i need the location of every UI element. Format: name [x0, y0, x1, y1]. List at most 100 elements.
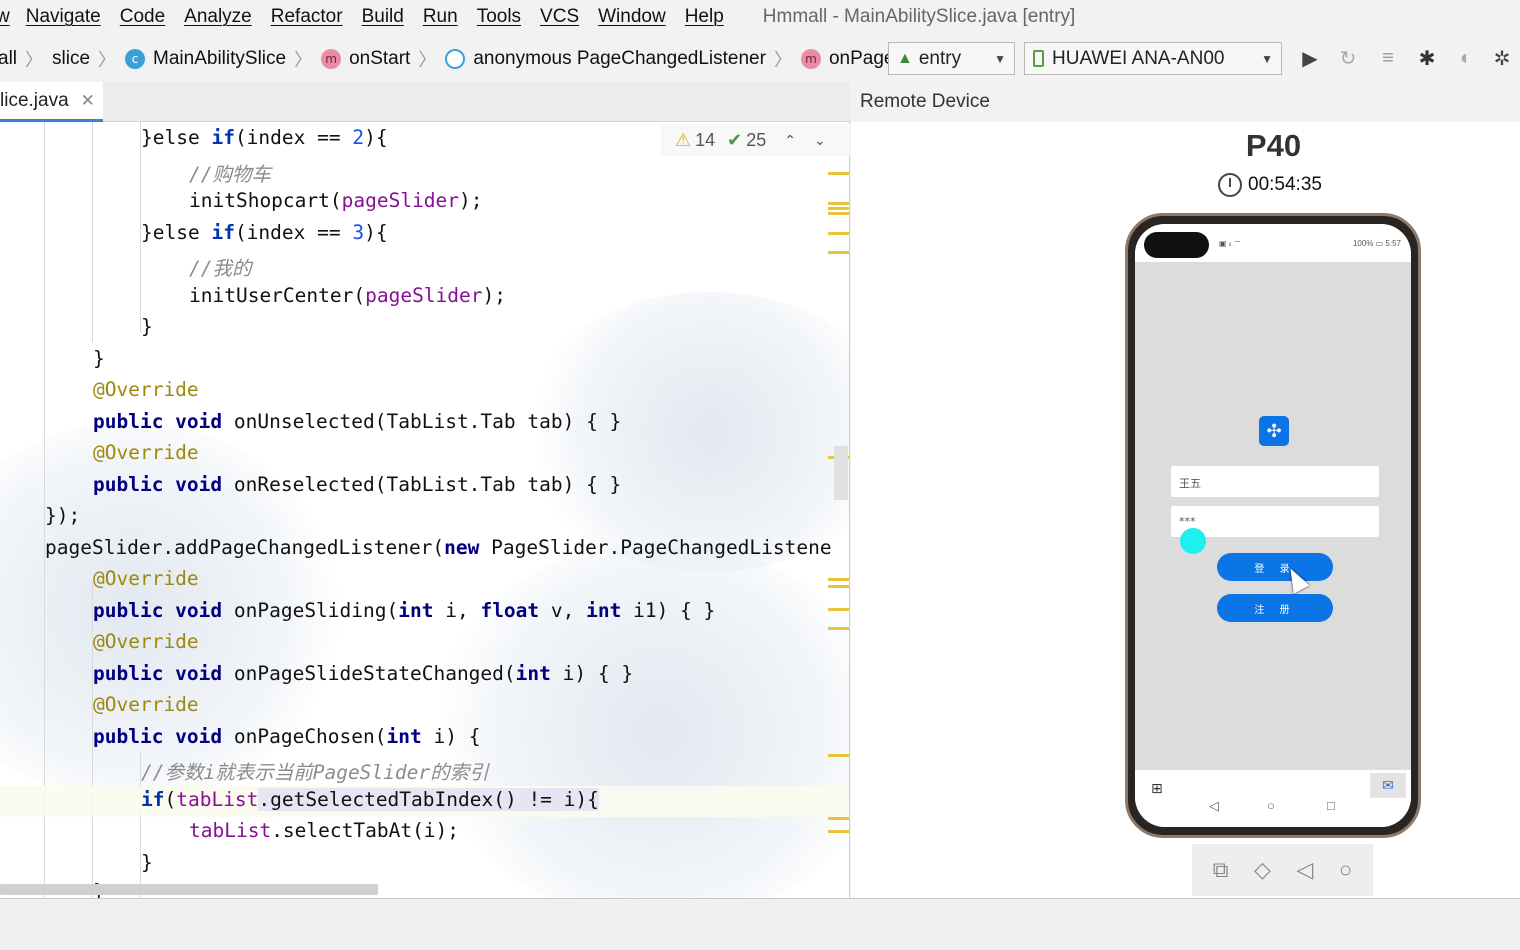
- screenshot-icon[interactable]: ⧉: [1213, 857, 1229, 883]
- menu-refactor[interactable]: Refactor: [271, 6, 343, 28]
- menu-code[interactable]: Code: [120, 6, 165, 28]
- menu-window[interactable]: Window: [598, 6, 666, 28]
- code-line: pageSlider.addPageChangedListener(new Pa…: [45, 536, 832, 559]
- code-line: }: [93, 347, 105, 370]
- back-icon[interactable]: ◁: [1296, 857, 1313, 883]
- menu-build[interactable]: Build: [362, 6, 404, 28]
- code-comment: //购物车: [189, 163, 271, 186]
- method-icon: m: [800, 49, 821, 69]
- build-icon[interactable]: ≡: [1376, 46, 1400, 70]
- phone-status-bar: ▣ ᵢₗ ⌔ 100% ▭ 5:57: [1135, 224, 1411, 262]
- menu-bar: w Navigate Code Analyze Refactor Build R…: [0, 0, 1520, 34]
- warning-marker[interactable]: [828, 232, 849, 235]
- chevron-down-icon: ▼: [994, 51, 1006, 66]
- recent-apps-icon[interactable]: □: [1327, 798, 1335, 813]
- phone-screen[interactable]: ▣ ᵢₗ ⌔ 100% ▭ 5:57 ✣ 王五 *** 登 录 注 册 ⊞ ✉ …: [1135, 224, 1411, 827]
- remote-device-panel: Remote Device P40 00:54:35 ▣ ᵢₗ ⌔ 100% ▭…: [851, 82, 1520, 898]
- chevron-down-icon[interactable]: ⌄: [814, 132, 826, 149]
- breadcrumb-item-anonymous[interactable]: anonymous PageChangedListener 〉: [445, 46, 801, 72]
- code-line: initShopcart(pageSlider);: [189, 189, 483, 212]
- run-config-select[interactable]: ▲ entry ▼: [888, 42, 1015, 75]
- grid-icon[interactable]: ⊞: [1151, 780, 1163, 797]
- menu-run[interactable]: Run: [423, 6, 458, 28]
- warning-marker[interactable]: [828, 608, 849, 611]
- menu-view[interactable]: w: [0, 6, 10, 28]
- window-title: Hmmall - MainAbilitySlice.java [entry]: [762, 6, 1076, 27]
- code-line: public void onPageSliding(int i, float v…: [93, 599, 716, 622]
- warning-marker[interactable]: [828, 251, 849, 254]
- code-line: public void onReselected(TabList.Tab tab…: [93, 473, 622, 496]
- back-icon[interactable]: ◁: [1209, 798, 1219, 814]
- timer-value: 00:54:35: [1248, 174, 1322, 195]
- rerun-icon[interactable]: ↻: [1336, 46, 1360, 70]
- login-button[interactable]: 登 录: [1217, 553, 1333, 581]
- warning-marker[interactable]: [828, 207, 849, 210]
- breadcrumb-item-class[interactable]: c MainAbilitySlice 〉: [125, 46, 321, 72]
- code-line: }else if(index == 2){: [141, 126, 388, 149]
- warning-marker[interactable]: [828, 578, 849, 581]
- camera-cutout: [1144, 232, 1209, 258]
- warning-icon: ⚠: [675, 129, 692, 150]
- chevron-right-icon: 〉: [25, 50, 44, 70]
- breadcrumb-label: slice: [52, 48, 91, 69]
- code-line: }: [141, 315, 153, 338]
- breadcrumb-label: onStart: [349, 48, 411, 69]
- breadcrumb-item-method[interactable]: m onStart 〉: [321, 46, 445, 72]
- warning-marker[interactable]: [828, 585, 849, 588]
- code-editor[interactable]: }else if(index == 2){ //购物车 initShopcart…: [0, 122, 850, 898]
- username-field[interactable]: 王五: [1171, 466, 1379, 497]
- code-line: });: [45, 504, 81, 527]
- status-strip: [0, 898, 1520, 950]
- code-line: public void onPageSlideStateChanged(int …: [93, 662, 634, 685]
- home-icon[interactable]: ○: [1339, 857, 1352, 883]
- profile-icon[interactable]: ◐: [1454, 46, 1478, 70]
- chevron-up-icon[interactable]: ⌃: [784, 132, 796, 149]
- warning-marker[interactable]: [828, 830, 849, 833]
- attach-debugger-icon[interactable]: ✲: [1490, 46, 1514, 70]
- warning-marker[interactable]: [828, 754, 849, 757]
- code-line: public void onPageChosen(int i) {: [93, 725, 481, 748]
- code-line: }else if(index == 3){: [141, 221, 388, 244]
- tab-mainabilityslice[interactable]: lice.java ✕: [0, 82, 103, 122]
- breadcrumb: all 〉 slice 〉 c MainAbilitySlice 〉 m onStar…: [0, 38, 1520, 80]
- phone-frame: ▣ ᵢₗ ⌔ 100% ▭ 5:57 ✣ 王五 *** 登 录 注 册 ⊞ ✉ …: [1125, 213, 1421, 838]
- menu-navigate[interactable]: Navigate: [26, 6, 101, 28]
- session-timer: 00:54:35: [1218, 173, 1322, 197]
- device-select[interactable]: HUAWEI ANA-AN00 ▼: [1024, 42, 1282, 75]
- menu-vcs[interactable]: VCS: [540, 6, 579, 28]
- timer-icon: [1218, 173, 1242, 197]
- run-icon[interactable]: ▶: [1298, 46, 1322, 70]
- warning-marker[interactable]: [828, 172, 849, 175]
- vertical-scrollbar[interactable]: [834, 446, 848, 500]
- warning-marker[interactable]: [828, 212, 849, 215]
- warning-marker[interactable]: [828, 202, 849, 205]
- warning-count: 14: [695, 129, 716, 150]
- code-annotation: @Override: [93, 441, 199, 464]
- indent-guide: [92, 122, 93, 342]
- remote-device-header: Remote Device: [851, 82, 1520, 122]
- chevron-right-icon: 〉: [773, 50, 792, 70]
- breadcrumb-item-slice[interactable]: slice 〉: [52, 46, 125, 72]
- mail-icon[interactable]: ✉: [1370, 773, 1406, 798]
- background-cloud: [430, 542, 849, 898]
- inspection-widget[interactable]: ⚠ 14 ✔ 25 ⌃ ⌄: [661, 124, 850, 156]
- menu-help[interactable]: Help: [685, 6, 724, 28]
- run-config-label: entry: [918, 47, 962, 69]
- signal-icons: ▣ ᵢₗ ⌔: [1219, 239, 1242, 248]
- code-line: if(tabList.getSelectedTabIndex() != i){: [141, 788, 599, 811]
- menu-tools[interactable]: Tools: [477, 6, 521, 28]
- horizontal-scrollbar[interactable]: [0, 884, 378, 895]
- debug-icon[interactable]: ✱: [1415, 46, 1439, 70]
- touch-indicator: [1180, 528, 1206, 554]
- close-icon[interactable]: ✕: [81, 91, 95, 111]
- register-button[interactable]: 注 册: [1217, 594, 1333, 622]
- chevron-right-icon: 〉: [98, 50, 117, 70]
- app-logo-icon: ✣: [1259, 416, 1289, 446]
- home-icon[interactable]: ○: [1267, 798, 1275, 813]
- rotate-icon[interactable]: ◇: [1254, 857, 1271, 883]
- warning-marker[interactable]: [828, 817, 849, 820]
- menu-analyze[interactable]: Analyze: [184, 6, 252, 28]
- breadcrumb-item-all[interactable]: all 〉: [0, 46, 52, 72]
- warning-marker[interactable]: [828, 627, 849, 630]
- chevron-right-icon: 〉: [294, 50, 313, 70]
